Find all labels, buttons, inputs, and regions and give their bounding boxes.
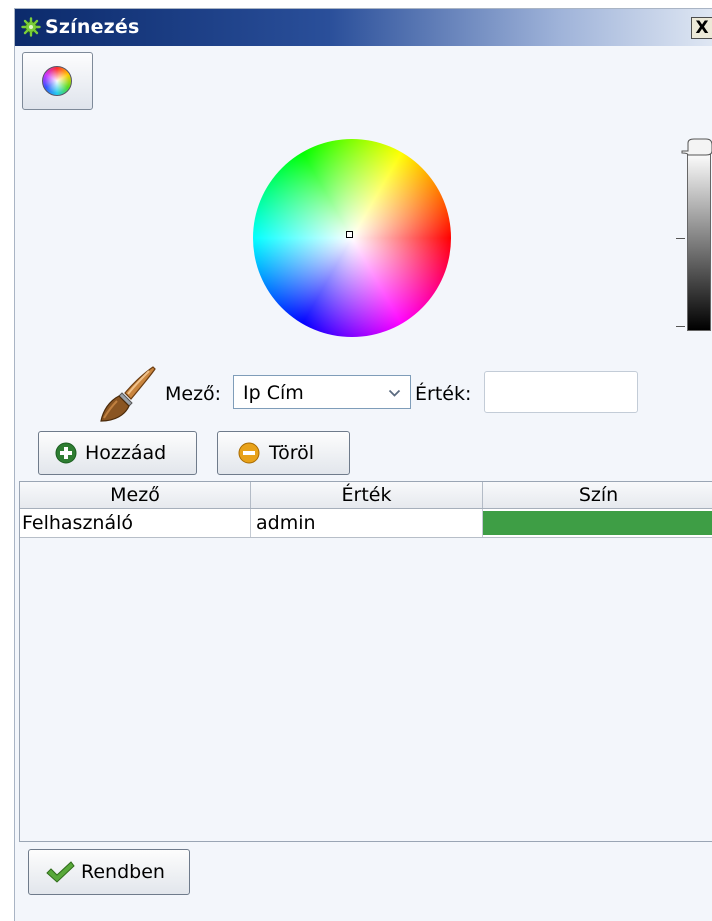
field-select[interactable]: Ip Cím [233, 375, 411, 409]
paint-brush-icon [100, 366, 156, 422]
add-button[interactable]: Hozzáad [38, 431, 197, 475]
column-header-color[interactable]: Szín [483, 482, 712, 508]
minus-circle-icon [238, 442, 260, 464]
gear-icon [21, 17, 41, 37]
table-header: Mező Érték Szín [20, 482, 712, 509]
color-mode-button[interactable] [22, 52, 93, 110]
field-select-value: Ip Cím [243, 382, 304, 404]
color-wheel-selector[interactable] [346, 231, 353, 238]
close-icon: X [695, 17, 709, 38]
column-header-field[interactable]: Mező [20, 482, 251, 508]
chevron-down-icon [388, 389, 401, 397]
checkmark-icon [46, 861, 75, 883]
slider-tick [676, 238, 685, 239]
ok-button[interactable]: Rendben [28, 849, 190, 895]
row-value-cell: admin [251, 509, 483, 537]
ok-button-label: Rendben [81, 861, 165, 883]
color-orb-icon [42, 66, 72, 96]
column-header-value[interactable]: Érték [251, 482, 483, 508]
color-swatch [483, 511, 712, 535]
brightness-slider[interactable] [687, 151, 711, 331]
row-color-cell [483, 509, 712, 537]
coloring-table: Mező Érték Szín Felhasználó admin [19, 481, 712, 841]
row-field-cell: Felhasználó [20, 509, 251, 537]
brightness-slider-thumb[interactable] [680, 137, 712, 157]
add-button-label: Hozzáad [85, 442, 167, 464]
coloring-dialog: Színezés X Mező: Ip Cím Érték: Hozzáad T… [14, 8, 712, 921]
delete-button[interactable]: Töröl [217, 431, 350, 475]
value-label: Érték: [415, 383, 472, 405]
window-title: Színezés [45, 16, 140, 38]
slider-tick [676, 326, 685, 327]
close-button[interactable]: X [691, 17, 712, 39]
divider [19, 841, 712, 842]
field-label: Mező: [165, 383, 222, 405]
table-row[interactable]: Felhasználó admin [20, 509, 712, 538]
title-bar[interactable]: Színezés X [15, 9, 712, 46]
plus-circle-icon [55, 442, 77, 464]
value-input[interactable] [484, 371, 638, 413]
color-wheel[interactable] [253, 139, 451, 337]
delete-button-label: Töröl [269, 442, 315, 464]
